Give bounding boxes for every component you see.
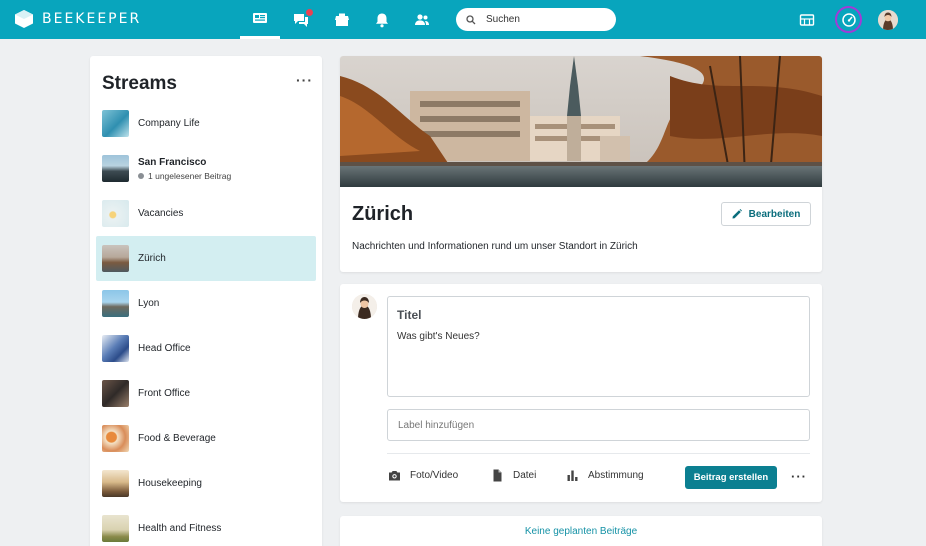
add-poll-button[interactable]: Abstimmung [566, 469, 644, 482]
directory-icon [799, 14, 815, 26]
scheduled-posts-card: Keine geplanten Beiträge [340, 516, 822, 546]
stream-thumbnail [102, 515, 129, 542]
stream-item-housekeeping[interactable]: Housekeeping [96, 461, 316, 506]
stream-label: Front Office [138, 388, 191, 399]
stream-thumbnail [102, 380, 129, 407]
search-icon [466, 14, 476, 24]
file-label: Datei [513, 470, 537, 481]
post-title-field[interactable]: Titel [397, 308, 421, 322]
stream-item-company-life[interactable]: Company Life [96, 101, 316, 146]
sidebar-title: Streams [102, 73, 177, 94]
unread-count: 1 ungelesener Beitrag [138, 171, 231, 181]
unread-count-text: 1 ungelesener Beitrag [148, 170, 232, 181]
streams-sidebar: Streams ··· Company Life San Francisco 1… [90, 56, 322, 546]
composer-divider [387, 453, 810, 454]
nav-people[interactable] [402, 0, 442, 39]
post-body-field[interactable]: Was gibt's Neues? [397, 331, 480, 342]
create-post-button[interactable]: Beitrag erstellen [685, 466, 777, 489]
composer-avatar [352, 294, 377, 319]
unread-dot-icon [138, 172, 144, 179]
add-photo-video-button[interactable]: Foto/Video [388, 469, 458, 482]
post-composer-card: Titel Was gibt's Neues? Label hinzufügen… [340, 284, 822, 502]
stream-item-head-office[interactable]: Head Office [96, 326, 316, 371]
top-navigation-bar: BEEKEEPER [0, 0, 926, 39]
apps-icon [335, 13, 349, 26]
nav-chats[interactable] [281, 0, 321, 39]
nav-apps[interactable] [322, 0, 362, 39]
stream-item-san-francisco[interactable]: San Francisco 1 ungelesener Beitrag [96, 146, 316, 191]
stream-item-lyon[interactable]: Lyon [96, 281, 316, 326]
newsfeed-icon [253, 13, 267, 23]
composer-more-button[interactable]: ··· [791, 469, 807, 484]
pencil-icon [732, 209, 742, 219]
stream-thumbnail [102, 200, 129, 227]
sidebar-more-button[interactable]: ··· [296, 72, 313, 88]
user-avatar[interactable] [878, 10, 898, 30]
photo-video-label: Foto/Video [410, 470, 459, 481]
stream-label: San Francisco [138, 156, 207, 168]
stream-label: Head Office [138, 343, 191, 354]
stream-item-vacancies[interactable]: Vacancies [96, 191, 316, 236]
brand-logo[interactable]: BEEKEEPER [15, 10, 141, 28]
avatar [878, 10, 898, 30]
stream-cover-image [340, 56, 822, 187]
brand-name: BEEKEEPER [42, 11, 142, 27]
post-editor[interactable]: Titel Was gibt's Neues? [387, 296, 810, 397]
search-bar[interactable] [456, 8, 616, 31]
poll-label: Abstimmung [588, 470, 644, 481]
add-file-button[interactable]: Datei [491, 469, 536, 482]
stream-label: Vacancies [138, 208, 184, 219]
beekeeper-logo-icon [15, 10, 33, 28]
people-icon [415, 13, 429, 25]
stream-item-front-office[interactable]: Front Office [96, 371, 316, 416]
stream-thumbnail [102, 470, 129, 497]
poll-chart-icon [567, 470, 578, 481]
unread-badge [306, 9, 313, 16]
stream-label: Housekeeping [138, 478, 202, 489]
scheduled-posts-link[interactable]: Keine geplanten Beiträge [525, 526, 637, 546]
search-input[interactable] [486, 14, 606, 25]
stream-label: Health and Fitness [138, 523, 222, 534]
speedometer-icon [841, 12, 856, 27]
file-icon [493, 469, 502, 482]
edit-stream-button[interactable]: Bearbeiten [721, 202, 811, 226]
nav-newsfeed[interactable] [240, 0, 280, 39]
camera-icon [389, 471, 400, 481]
bell-icon [376, 13, 388, 27]
add-label-input[interactable]: Label hinzufügen [387, 409, 810, 441]
edit-stream-label: Bearbeiten [748, 208, 801, 220]
stream-thumbnail [102, 155, 129, 182]
avatar [352, 294, 377, 319]
stream-label: Lyon [138, 298, 160, 309]
stream-label: Company Life [138, 118, 200, 129]
stream-title: Zürich [352, 203, 414, 225]
stream-thumbnail [102, 335, 129, 362]
stream-label: Zürich [138, 253, 166, 264]
stream-thumbnail [102, 245, 129, 272]
stream-item-zurich[interactable]: Zürich [96, 236, 316, 281]
directory-button[interactable] [795, 8, 819, 32]
stream-description: Nachrichten und Informationen rund um un… [352, 241, 638, 252]
stream-item-health-fitness[interactable]: Health and Fitness [96, 506, 316, 546]
stream-thumbnail [102, 110, 129, 137]
stream-thumbnail [102, 290, 129, 317]
nav-notifications[interactable] [362, 0, 402, 39]
stream-item-food-beverage[interactable]: Food & Beverage [96, 416, 316, 461]
stream-label: Food & Beverage [138, 433, 216, 444]
stream-thumbnail [102, 425, 129, 452]
stream-header-card: Zürich Bearbeiten Nachrichten und Inform… [340, 56, 822, 272]
speedometer-button[interactable] [835, 6, 862, 33]
